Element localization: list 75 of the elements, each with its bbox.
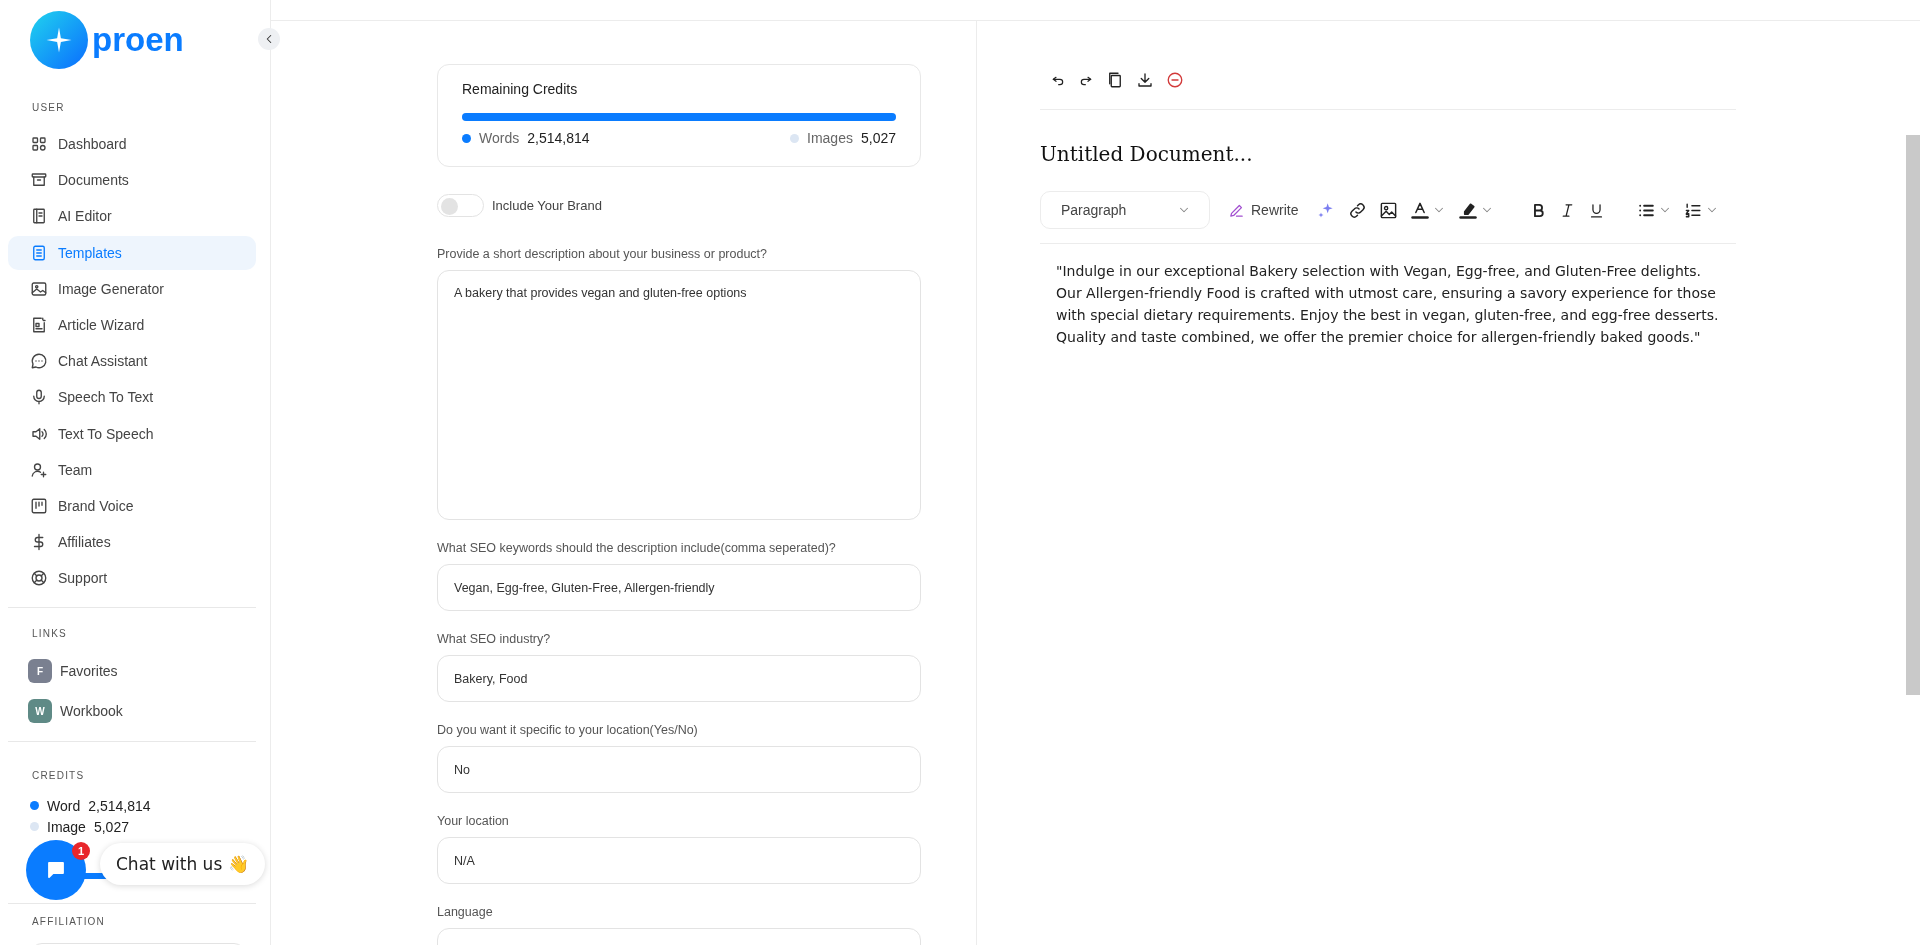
lifebuoy-icon <box>30 569 48 588</box>
article-icon <box>30 315 48 334</box>
description-textarea[interactable]: A bakery that provides vegan and gluten-free options <box>437 270 921 520</box>
avatar-badge: W <box>28 699 52 724</box>
rewrite-button[interactable]: Rewrite <box>1222 201 1305 219</box>
section-title: USER <box>31 102 66 113</box>
sidebar-item[interactable]: Documents <box>8 163 256 198</box>
field-label: What SEO keywords should the description include(comma seperated)? <box>437 541 837 555</box>
download-icon <box>1136 71 1154 89</box>
toggle-switch[interactable] <box>437 194 484 217</box>
document-icon <box>30 243 48 262</box>
image-icon <box>1379 200 1399 220</box>
document-title[interactable]: Untitled Document... <box>1040 142 1736 166</box>
link-item[interactable]: Workbook <box>60 703 123 720</box>
image-button[interactable] <box>1379 200 1399 220</box>
field-label: Your location <box>437 814 510 828</box>
sidebar-item[interactable]: Templates <box>8 235 256 270</box>
marker-icon <box>1458 200 1479 220</box>
input-field[interactable]: No <box>437 746 921 793</box>
card-title: Remaining Credits <box>462 81 579 97</box>
book-icon <box>30 207 48 226</box>
chat-bubble-icon <box>30 352 48 371</box>
copy-icon <box>1106 71 1124 89</box>
document-text[interactable]: "Indulge in our exceptional Bakery selection with Vegan, Egg-free, and Gluten-Free delights. Our Allergen-friendly Food is crafted with utmost care, ensuring a savory experience for those with special dietary requirements. Enjoy the best in vegan, gluten-free, and egg-free desserts. Quality and taste combined, we offer the premier choice for allergen-friendly baked goods." <box>1040 244 1736 348</box>
link-icon <box>1348 200 1368 220</box>
text-color-icon <box>1410 200 1431 220</box>
image-icon <box>30 279 48 298</box>
board-icon <box>30 496 48 515</box>
minus-circle-icon <box>1166 71 1184 89</box>
sidebar-item[interactable]: Article Wizard <box>8 307 256 342</box>
sidebar-item[interactable]: Speech To Text <box>8 380 256 415</box>
sidebar-item[interactable]: Chat Assistant <box>8 344 256 379</box>
credit-value: 2,514,814 <box>88 797 151 814</box>
input-field[interactable]: Vegan, Egg-free, Gluten-Free, Allergen-friendly <box>437 564 921 611</box>
grid-icon <box>30 135 48 153</box>
input-field[interactable]: Bakery, Food <box>437 655 921 702</box>
block-format-dropdown[interactable]: Paragraph <box>1040 191 1210 229</box>
section-title: AFFILIATION <box>31 916 107 928</box>
section-title: CREDITS <box>31 770 86 782</box>
sidebar-item[interactable]: Brand Voice <box>8 488 256 523</box>
legend-value: 2,514,814 <box>527 130 590 146</box>
input-field[interactable]: N/A <box>437 837 921 884</box>
credit-label: Word <box>47 797 81 814</box>
sidebar-item[interactable]: AI Editor <box>8 199 256 234</box>
legend-label: Images <box>807 130 853 146</box>
toggle-label: Include Your Brand <box>492 198 602 213</box>
logo-icon <box>30 11 88 69</box>
sidebar-item[interactable]: Text To Speech <box>8 416 256 451</box>
field-label: Provide a short description about your business or product? <box>437 247 769 261</box>
sidebar-item[interactable]: Support <box>8 561 256 596</box>
notification-badge: 1 <box>72 842 90 860</box>
sidebar-item[interactable]: Affiliates <box>8 525 256 560</box>
field-label: What SEO industry? <box>437 632 552 646</box>
copy-button[interactable] <box>1106 71 1124 89</box>
scrollbar[interactable] <box>1906 135 1920 695</box>
sidebar-item[interactable]: Dashboard <box>8 127 256 161</box>
link-item[interactable]: Favorites <box>60 663 118 680</box>
user-plus-icon <box>30 460 48 479</box>
delete-button[interactable] <box>1166 71 1184 89</box>
chat-prompt[interactable]: Chat with us 👋 <box>100 843 265 885</box>
sidebar-item[interactable]: Team <box>8 452 256 487</box>
avatar-badge: F <box>28 659 52 684</box>
download-button[interactable] <box>1136 71 1154 89</box>
microphone-icon <box>30 388 48 407</box>
legend-label: Words <box>479 130 520 146</box>
field-label: Do you want it specific to your location(Yes/No) <box>437 723 699 737</box>
chat-button[interactable] <box>26 840 86 900</box>
legend-value: 5,027 <box>860 130 896 146</box>
logo-text: proen <box>92 21 184 59</box>
section-title: LINKS <box>31 628 68 640</box>
link-button[interactable] <box>1348 200 1368 220</box>
credit-label: Image <box>47 818 86 835</box>
credit-value: 5,027 <box>93 818 129 835</box>
sidebar-item[interactable]: Image Generator <box>8 271 256 306</box>
field-label: Language <box>437 905 494 919</box>
